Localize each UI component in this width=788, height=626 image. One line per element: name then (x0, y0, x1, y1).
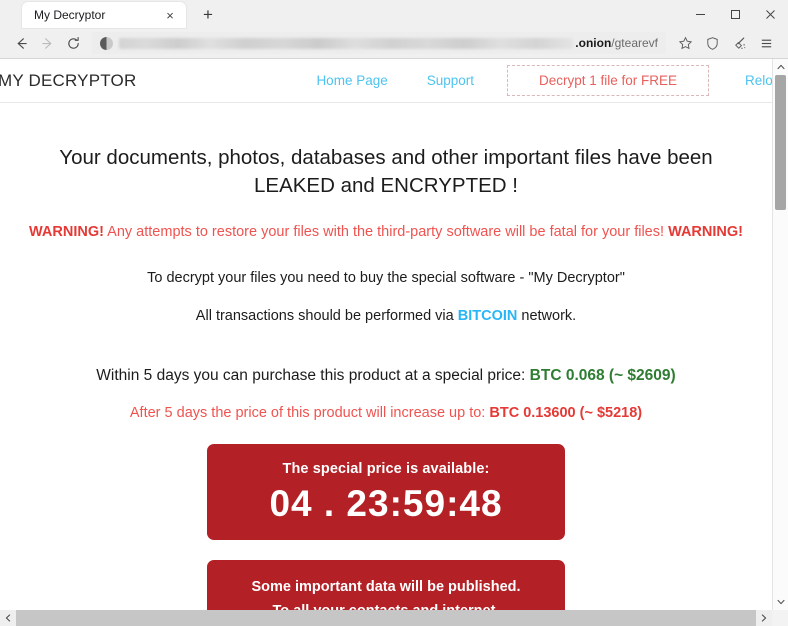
shield-icon[interactable] (699, 30, 726, 56)
tab-title: My Decryptor (34, 8, 106, 22)
tab-close-icon[interactable]: × (162, 7, 178, 23)
ransom-page: MY DECRYPTOR Home Page Support Decrypt 1… (0, 59, 772, 610)
special-price-value: BTC 0.068 (~ $2609) (529, 367, 676, 385)
transaction-instruction: All transactions should be performed via… (0, 308, 772, 324)
headline-line-1: Your documents, photos, databases and ot… (59, 146, 713, 169)
url-path: /gtearevf (611, 36, 658, 50)
nav-link-home-page[interactable]: Home Page (316, 73, 387, 88)
close-button[interactable] (753, 0, 788, 28)
scrollbar-corner (772, 610, 788, 626)
back-icon[interactable] (8, 30, 34, 56)
after-price-value: BTC 0.13600 (~ $5218) (489, 405, 643, 422)
tab-strip: My Decryptor × + (0, 0, 788, 28)
site-header: MY DECRYPTOR Home Page Support Decrypt 1… (0, 59, 772, 103)
warning-banner: WARNING! Any attempts to restore your fi… (0, 224, 772, 240)
notice-line-1: Some important data will be published. (251, 579, 521, 596)
tab-my-decryptor[interactable]: My Decryptor × (22, 2, 186, 28)
warning-suffix: WARNING! (668, 224, 743, 241)
countdown-value: 04 . 23:59:48 (269, 483, 503, 525)
browser-window: My Decryptor × + .onion/gtearevf MY DECR… (0, 0, 788, 626)
horizontal-scrollbar-thumb[interactable] (16, 610, 756, 626)
page-content: Your documents, photos, databases and ot… (0, 103, 772, 610)
transaction-suffix: network. (517, 308, 577, 325)
decrypt-one-file-free-button[interactable]: Decrypt 1 file for FREE (507, 65, 710, 96)
vertical-scrollbar-thumb[interactable] (775, 75, 786, 210)
scroll-right-arrow-icon[interactable] (756, 610, 772, 626)
after-price-prefix: After 5 days the price of this product w… (129, 405, 490, 422)
site-brand: MY DECRYPTOR (0, 70, 137, 90)
countdown-box: The special price is available: 04 . 23:… (207, 444, 565, 541)
warning-prefix: WARNING! (29, 224, 104, 241)
forward-icon[interactable] (34, 30, 60, 56)
bookmark-star-icon[interactable] (672, 30, 699, 56)
window-controls (683, 0, 788, 28)
url-domain-suffix: .onion (575, 36, 612, 50)
decrypt-instruction: To decrypt your files you need to buy th… (147, 270, 625, 287)
warning-body: Any attempts to restore your files with … (103, 224, 669, 241)
nav-link-support[interactable]: Support (427, 73, 474, 88)
navigation-toolbar: .onion/gtearevf (0, 28, 788, 58)
page-headline: Your documents, photos, databases and ot… (56, 144, 716, 199)
menu-hamburger-icon[interactable] (753, 30, 780, 56)
scroll-left-arrow-icon[interactable] (0, 610, 16, 626)
transaction-prefix: All transactions should be performed via (195, 308, 458, 325)
countdown-label: The special price is available: (282, 461, 490, 478)
vertical-scrollbar[interactable] (772, 59, 788, 610)
new-tab-button[interactable]: + (196, 3, 220, 27)
headline-line-2: LEAKED and ENCRYPTED ! (254, 173, 518, 197)
site-nav: Home Page Support Decrypt 1 file for FRE… (136, 65, 772, 96)
after-deadline-price-line: After 5 days the price of this product w… (0, 405, 772, 421)
special-price-prefix: Within 5 days you can purchase this prod… (96, 367, 530, 385)
scroll-down-arrow-icon[interactable] (773, 594, 788, 610)
address-bar[interactable]: .onion/gtearevf (92, 32, 666, 54)
site-identity-icon (100, 36, 113, 50)
maximize-button[interactable] (718, 0, 753, 28)
toolbar-icons (672, 30, 780, 56)
horizontal-scrollbar[interactable] (0, 610, 788, 626)
minimize-button[interactable] (683, 0, 718, 28)
nav-link-reload-current-page[interactable]: Reload current page (745, 73, 772, 88)
url-blurred-prefix (119, 37, 574, 49)
cleanup-broom-icon[interactable] (726, 30, 753, 56)
bitcoin-label: BITCOIN (457, 308, 518, 325)
data-leak-notice-box: Some important data will be published. T… (207, 560, 565, 610)
special-price-line: Within 5 days you can purchase this prod… (0, 367, 772, 385)
scroll-up-arrow-icon[interactable] (773, 59, 788, 75)
url-text: .onion/gtearevf (575, 36, 658, 50)
reload-icon[interactable] (60, 30, 86, 56)
page-viewport: MY DECRYPTOR Home Page Support Decrypt 1… (0, 58, 788, 626)
notice-line-2: To all your contacts and internet. (207, 600, 565, 610)
